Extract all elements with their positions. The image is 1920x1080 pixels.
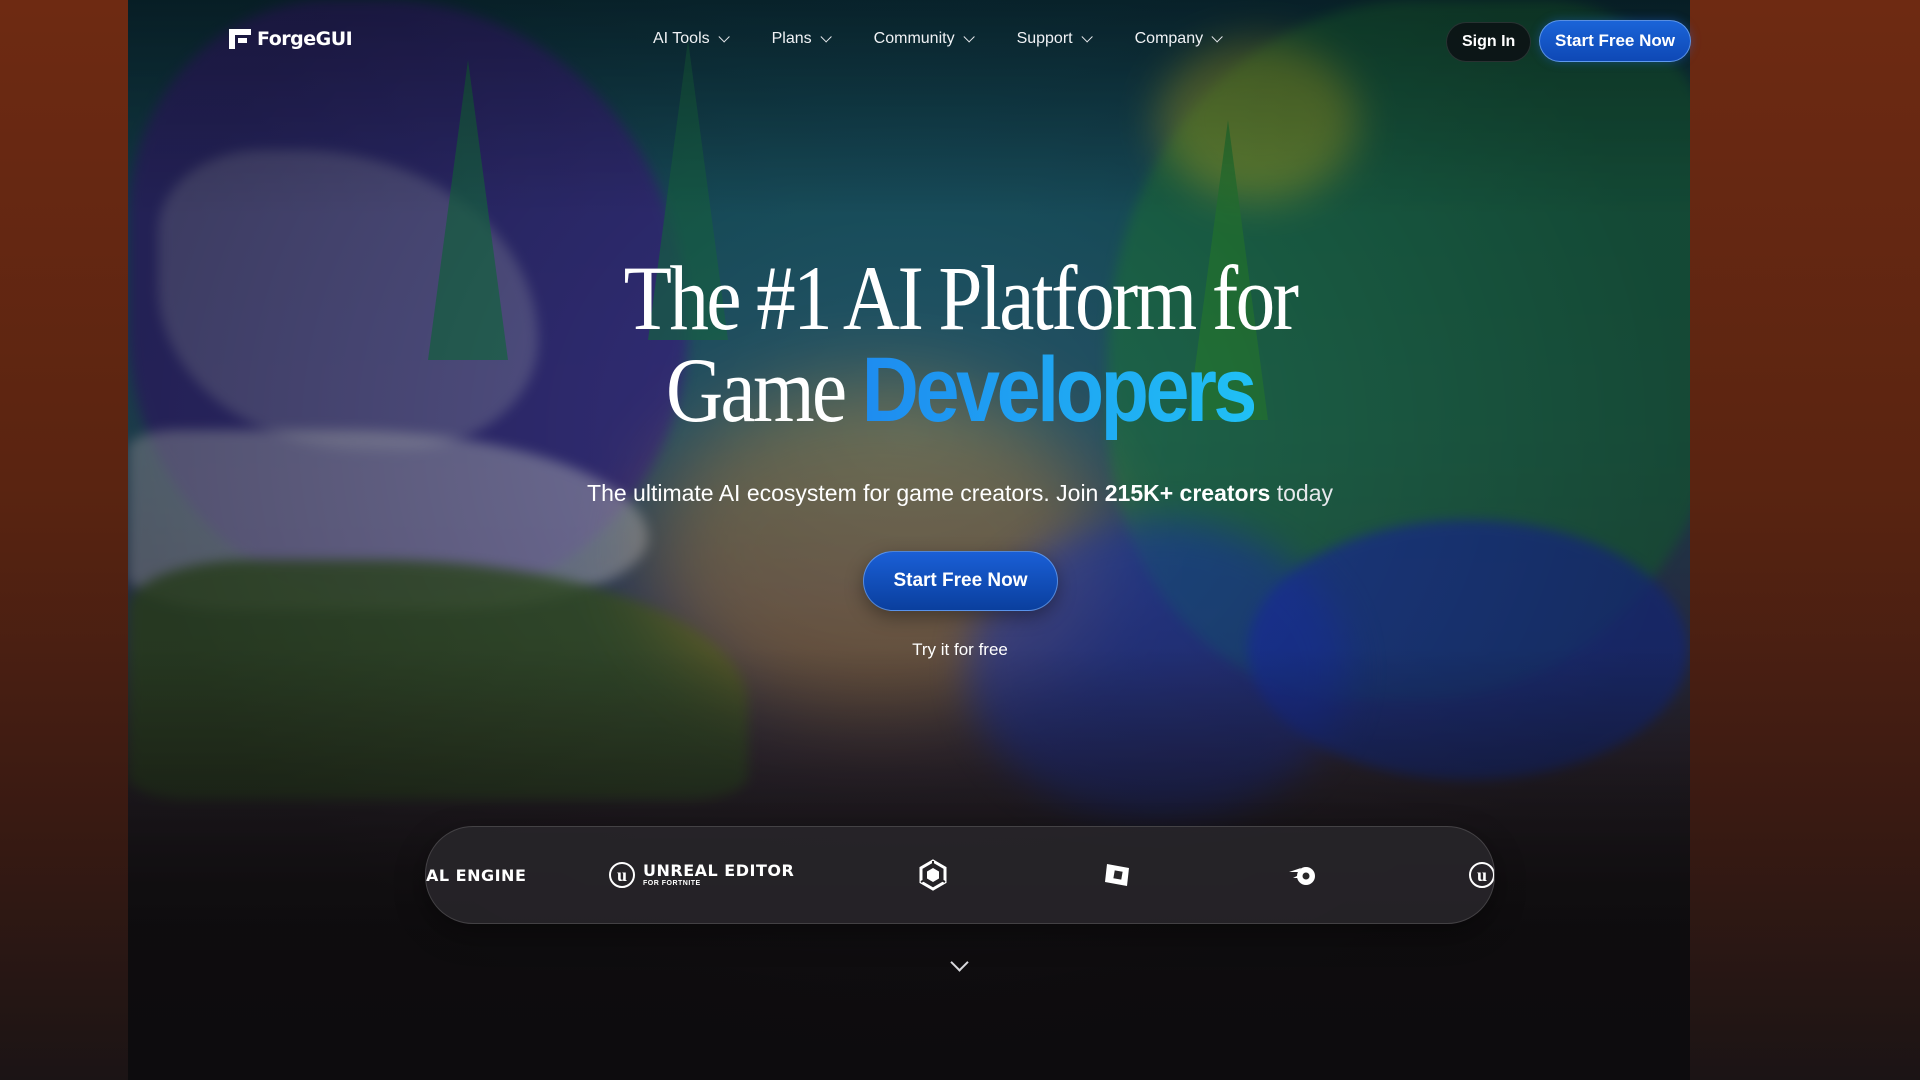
hero-subtitle-highlight: 215K+ creators <box>1104 480 1271 506</box>
chevron-down-icon <box>1081 31 1093 43</box>
unreal-logo-icon: u <box>609 862 635 888</box>
nav-item-label: Company <box>1134 30 1204 47</box>
integration-roblox <box>1102 827 1132 923</box>
nav-item-ai-tools[interactable]: AI Tools <box>653 30 730 48</box>
roblox-logo-icon <box>1105 864 1129 886</box>
integration-unity <box>918 827 948 923</box>
nav-item-label: Plans <box>771 30 812 47</box>
brand-name: ForgeGUI <box>257 28 353 50</box>
left-side-panel <box>0 0 128 1080</box>
forgegui-logo-icon <box>229 29 251 49</box>
hero-title-plain: Game <box>666 339 847 441</box>
chevron-down-icon <box>1211 31 1223 43</box>
unreal-engine-wordmark: AL ENGINE <box>426 865 527 885</box>
right-side-panel <box>1690 0 1920 1080</box>
hero-start-free-button[interactable]: Start Free Now <box>863 551 1058 611</box>
nav-item-label: AI Tools <box>653 30 710 47</box>
nav-item-label: Community <box>873 30 955 47</box>
nav-item-company[interactable]: Company <box>1134 30 1223 48</box>
hero-title-line-2: Game Developers <box>134 344 1785 436</box>
integration-blender <box>1287 827 1319 923</box>
landing-page: ForgeGUI AI Tools Plans Community Suppor… <box>0 0 1920 1080</box>
integration-unreal-engine-repeat: u <box>1469 827 1494 923</box>
chevron-down-icon <box>820 31 832 43</box>
integration-unreal-editor-fortnite: u UNREAL EDITOR FOR FORTNITE <box>609 827 794 923</box>
chevron-down-icon <box>963 31 975 43</box>
hero-subtitle: The ultimate AI ecosystem for game creat… <box>0 480 1920 507</box>
nav-item-community[interactable]: Community <box>873 30 975 48</box>
unity-logo-icon <box>919 859 947 891</box>
hero-title-line-1: The #1 AI Platform for <box>623 247 1299 349</box>
sign-in-button[interactable]: Sign In <box>1446 22 1532 62</box>
top-nav: ForgeGUI AI Tools Plans Community Suppor… <box>0 0 1920 84</box>
hero-title-accent: Developers <box>861 339 1258 441</box>
unreal-logo-icon: u <box>1469 862 1494 888</box>
nav-item-plans[interactable]: Plans <box>771 30 832 48</box>
start-free-now-button[interactable]: Start Free Now <box>1539 20 1691 62</box>
integrations-strip: AL ENGINE u UNREAL EDITOR FOR FORTNITE u <box>425 826 1495 924</box>
hero-subtitle-part-1: The ultimate AI ecosystem for game creat… <box>587 480 1099 506</box>
brand-logo[interactable]: ForgeGUI <box>229 28 353 50</box>
blender-logo-icon <box>1289 867 1315 885</box>
nav-links: AI Tools Plans Community Support Company <box>653 30 1265 48</box>
hero-subtitle-part-2: today <box>1276 480 1333 506</box>
integration-unreal-engine: AL ENGINE <box>426 827 526 923</box>
chevron-down-icon <box>718 31 730 43</box>
unreal-editor-label: UNREAL EDITOR <box>643 861 795 880</box>
nav-item-label: Support <box>1016 30 1073 47</box>
hero-title: The #1 AI Platform for Game Developers <box>134 252 1785 436</box>
nav-item-support[interactable]: Support <box>1016 30 1093 48</box>
unreal-editor-sublabel: FOR FORTNITE <box>643 880 701 887</box>
hero-cta-note: Try it for free <box>912 640 1008 659</box>
